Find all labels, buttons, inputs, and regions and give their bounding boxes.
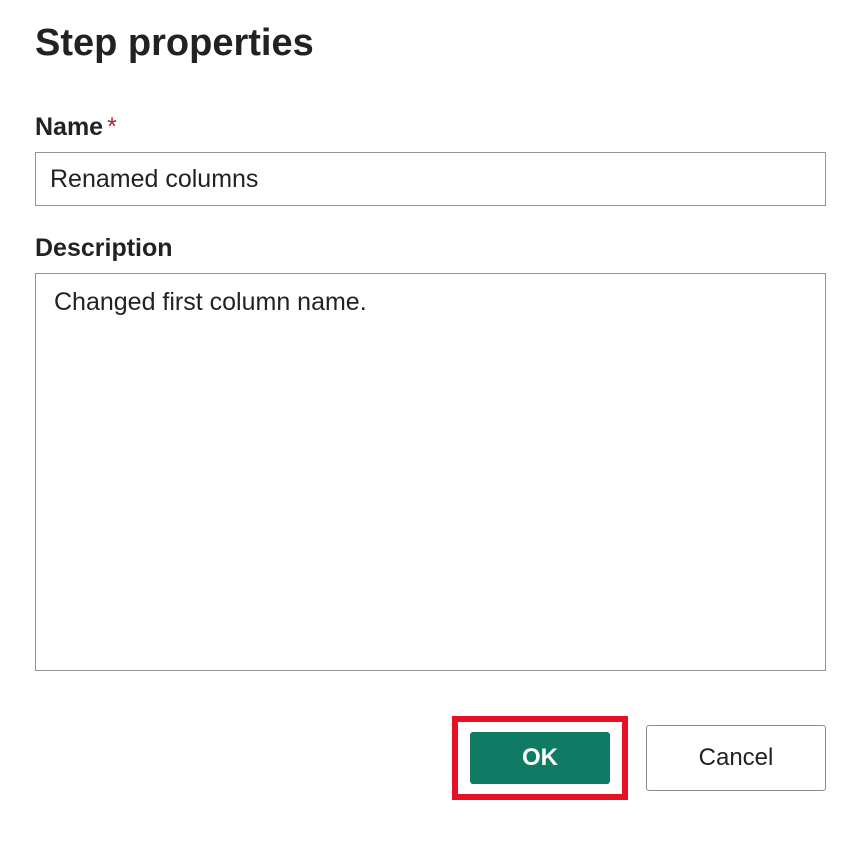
name-input[interactable] [35,152,826,206]
ok-button-highlight: OK [452,716,628,800]
name-field-group: Name* [35,113,826,206]
name-label-text: Name [35,113,103,141]
cancel-button[interactable]: Cancel [646,725,826,791]
description-input[interactable]: Changed first column name. [35,273,826,671]
required-asterisk-icon: * [107,113,117,141]
dialog-button-row: OK Cancel [35,716,826,800]
description-label: Description [35,234,826,263]
name-label: Name* [35,113,826,142]
description-field-group: Description Changed first column name. [35,234,826,676]
ok-button[interactable]: OK [470,732,610,784]
dialog-title: Step properties [35,22,826,65]
